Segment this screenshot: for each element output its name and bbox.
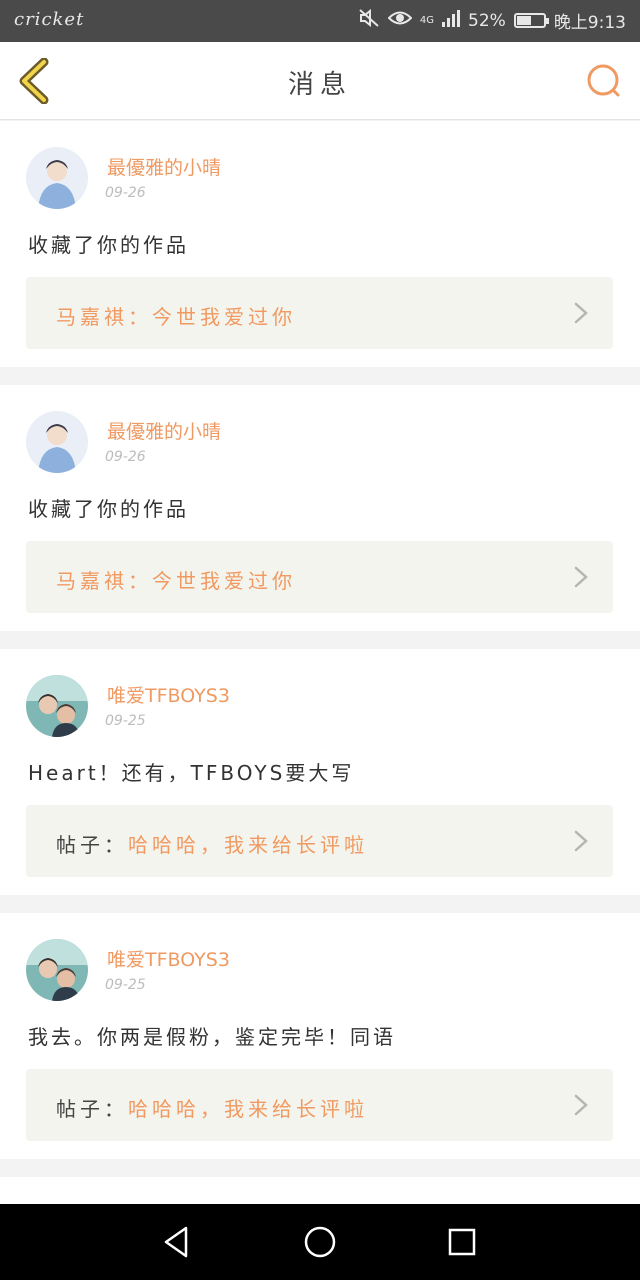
eye-icon <box>387 9 413 32</box>
message-content: 收藏了你的作品 <box>28 497 189 521</box>
user-name[interactable]: 唯爱TFBOYS3 <box>107 681 230 708</box>
reference-link[interactable]: 帖子：哈哈哈，我来给长评啦 <box>26 1069 613 1141</box>
message-date: 09-26 <box>105 185 146 201</box>
avatar-group-teal-icon <box>26 675 88 737</box>
chevron-right-icon <box>574 302 588 324</box>
chevron-right-icon <box>574 830 588 852</box>
message-content: 收藏了你的作品 <box>28 233 189 257</box>
message-date: 09-25 <box>105 713 146 729</box>
clock: 晚上9:13 <box>553 13 626 33</box>
reference-title: 马嘉祺：今世我爱过你 <box>56 569 296 593</box>
user-avatar[interactable] <box>26 411 88 473</box>
battery-icon <box>513 13 549 28</box>
status-icons: 4G 52% 晚上9:13 <box>358 8 626 33</box>
reference-label: 帖子： <box>56 1097 128 1121</box>
app-header: 消息 <box>0 42 640 120</box>
message-card: 最優雅的小晴 09-26 收藏了你的作品 马嘉祺：今世我爱过你 <box>0 385 640 631</box>
user-avatar[interactable] <box>26 147 88 209</box>
status-bar: cricket 4G 52% 晚上9:13 <box>0 0 640 42</box>
user-name[interactable]: 最優雅的小晴 <box>107 153 221 180</box>
chevron-right-icon <box>574 566 588 588</box>
home-circle-icon <box>304 1226 336 1258</box>
carrier-name: cricket <box>14 9 85 30</box>
nav-recents-button[interactable] <box>444 1224 480 1260</box>
network-type: 4G <box>419 15 435 26</box>
reference-text: 帖子：哈哈哈，我来给长评啦 <box>56 829 368 858</box>
reference-link[interactable]: 帖子：哈哈哈，我来给长评啦 <box>26 805 613 877</box>
message-content: 我去。你两是假粉，鉴定完毕！同语 <box>28 1025 396 1049</box>
avatar-group-teal-icon <box>26 939 88 1001</box>
back-triangle-icon <box>164 1226 188 1258</box>
recents-square-icon <box>448 1228 476 1256</box>
search-icon <box>587 64 620 97</box>
reference-title: 哈哈哈，我来给长评啦 <box>128 833 368 857</box>
signal-icon <box>442 9 461 32</box>
mute-icon <box>358 8 380 33</box>
reference-title: 马嘉祺：今世我爱过你 <box>56 305 296 329</box>
reference-text: 马嘉祺：今世我爱过你 <box>56 301 296 330</box>
user-name[interactable]: 最優雅的小晴 <box>107 417 221 444</box>
reference-title: 哈哈哈，我来给长评啦 <box>128 1097 368 1121</box>
message-date: 09-26 <box>105 449 146 465</box>
user-avatar[interactable] <box>26 939 88 1001</box>
user-name[interactable]: 唯爱TFBOYS3 <box>107 945 230 972</box>
reference-label: 帖子： <box>56 833 128 857</box>
reference-text: 马嘉祺：今世我爱过你 <box>56 565 296 594</box>
battery-fill <box>516 16 532 25</box>
message-content: Heart！还有，TFBOYS要大写 <box>28 761 355 785</box>
nav-back-button[interactable] <box>160 1224 196 1260</box>
page-title: 消息 <box>287 70 352 100</box>
message-card: 最優雅的小晴 09-26 收藏了你的作品 马嘉祺：今世我爱过你 <box>0 121 640 367</box>
avatar-boy-blue-icon <box>26 147 88 209</box>
nav-home-button[interactable] <box>302 1224 338 1260</box>
system-nav-bar <box>0 1204 640 1280</box>
reference-link[interactable]: 马嘉祺：今世我爱过你 <box>26 277 613 349</box>
battery-percent: 52% <box>468 10 506 31</box>
chevron-right-icon <box>574 1094 588 1116</box>
message-date: 09-25 <box>105 977 146 993</box>
message-card: 唯爱TFBOYS3 09-25 Heart！还有，TFBOYS要大写 帖子：哈哈… <box>0 649 640 895</box>
user-avatar[interactable] <box>26 675 88 737</box>
avatar-boy-blue-icon <box>26 411 88 473</box>
message-card: 唯爱TFBOYS3 09-25 我去。你两是假粉，鉴定完毕！同语 帖子：哈哈哈，… <box>0 913 640 1159</box>
reference-text: 帖子：哈哈哈，我来给长评啦 <box>56 1093 368 1122</box>
reference-link[interactable]: 马嘉祺：今世我爱过你 <box>26 541 613 613</box>
search-button[interactable] <box>584 62 624 102</box>
message-list: 最優雅的小晴 09-26 收藏了你的作品 马嘉祺：今世我爱过你 最優雅的小晴 0… <box>0 121 640 1255</box>
